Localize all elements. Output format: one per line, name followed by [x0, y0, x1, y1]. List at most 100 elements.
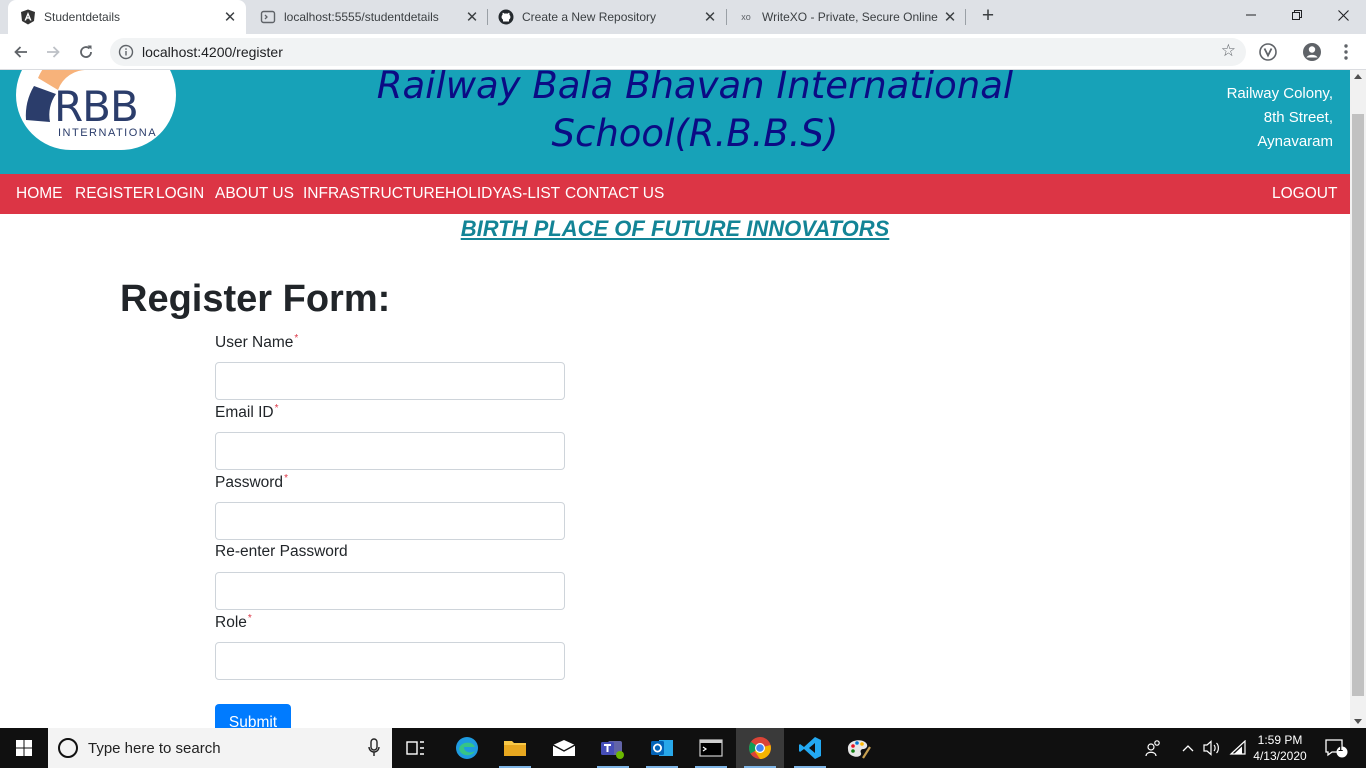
site-header: RBB INTERNATIONA Railway Bala Bhavan Int…	[0, 70, 1350, 174]
nav-home[interactable]: HOME	[16, 185, 63, 203]
search-placeholder: Type here to search	[88, 740, 221, 757]
school-logo[interactable]: RBB INTERNATIONA	[16, 70, 176, 150]
task-view-icon	[406, 741, 424, 755]
angular-icon	[20, 9, 36, 25]
tab-studentdetails[interactable]: Studentdetails ✕	[8, 0, 246, 34]
arrow-right-icon	[47, 46, 60, 58]
label-text: Password	[215, 474, 284, 492]
close-icon[interactable]: ✕	[218, 8, 242, 26]
speaker-icon	[1203, 740, 1219, 756]
tab-title: Studentdetails	[44, 10, 121, 24]
outlook-button[interactable]	[638, 728, 686, 768]
network-button[interactable]	[1226, 728, 1250, 768]
reload-button[interactable]	[74, 40, 98, 64]
terminal-button[interactable]	[687, 728, 735, 768]
close-icon[interactable]: ✕	[460, 8, 484, 26]
vivaldi-extension-button[interactable]	[1256, 40, 1280, 64]
scroll-up-icon[interactable]	[1354, 74, 1362, 79]
web-page: RBB INTERNATIONA Railway Bala Bhavan Int…	[0, 70, 1350, 728]
edge-button[interactable]	[443, 728, 491, 768]
star-icon[interactable]: ☆	[1221, 41, 1236, 61]
action-center-button[interactable]: 1	[1318, 728, 1354, 768]
profile-button[interactable]	[1300, 40, 1324, 64]
tab-writexo[interactable]: xo WriteXO - Private, Secure Online ✕	[726, 0, 966, 34]
tab-title: Create a New Repository	[522, 10, 657, 24]
info-icon[interactable]	[118, 44, 134, 60]
volume-button[interactable]	[1200, 728, 1224, 768]
mail-button[interactable]	[540, 728, 588, 768]
close-icon[interactable]: ✕	[938, 8, 962, 26]
school-address: Railway Colony, 8th Street, Aynavaram	[1227, 70, 1333, 154]
nav-logout[interactable]: LOGOUT	[1272, 185, 1337, 203]
password-input[interactable]	[215, 502, 565, 540]
nav-about-us[interactable]: ABOUT US	[215, 185, 294, 203]
taskbar-clock[interactable]: 1:59 PM 4/13/2020	[1250, 732, 1310, 764]
arrow-left-icon	[14, 46, 27, 58]
notification-count: 1	[1338, 743, 1344, 753]
show-hidden-icons-button[interactable]	[1178, 728, 1198, 768]
tab-title: WriteXO - Private, Secure Online	[762, 10, 938, 24]
forward-button[interactable]	[41, 40, 65, 64]
school-name-line1: Railway Bala Bhavan International	[376, 70, 1014, 107]
mail-icon	[552, 740, 576, 756]
reenter-password-input[interactable]	[215, 572, 565, 610]
address-line: Aynavaram	[1257, 133, 1333, 150]
tab-create-repository[interactable]: Create a New Repository ✕	[486, 0, 726, 34]
nav-register[interactable]: REGISTER	[75, 185, 154, 203]
xo-icon: xo	[741, 12, 751, 22]
email-input[interactable]	[215, 432, 565, 470]
minimize-icon	[1246, 14, 1256, 16]
vscode-button[interactable]	[786, 728, 834, 768]
nav-contact-us[interactable]: CONTACT US	[565, 185, 664, 203]
paint-button[interactable]	[834, 728, 882, 768]
window-close-button[interactable]	[1320, 0, 1366, 30]
role-input[interactable]	[215, 642, 565, 680]
teams-icon	[601, 741, 624, 759]
tab-localhost-5555[interactable]: localhost:5555/studentdetails ✕	[248, 0, 488, 34]
close-icon[interactable]: ✕	[698, 8, 722, 26]
required-mark: *	[284, 473, 288, 484]
submit-button[interactable]: Submit	[215, 704, 291, 728]
form-title: Register Form:	[120, 278, 391, 320]
address-line-clipped	[1227, 70, 1333, 82]
notification-icon	[1325, 739, 1348, 758]
url-text[interactable]: localhost:4200/register	[142, 44, 283, 60]
school-name-line2: School(R.B.B.S)	[551, 112, 839, 155]
folder-icon	[504, 741, 526, 756]
label-text: Email ID	[215, 404, 274, 422]
taskbar-search[interactable]: Type here to search	[48, 728, 392, 768]
start-button[interactable]	[0, 728, 48, 768]
nav-infrastructure[interactable]: INFRASTRUCTURE	[303, 185, 445, 203]
paint-palette-icon	[847, 740, 871, 759]
nav-holidays-list[interactable]: HOLIDYAS-LIST	[445, 185, 560, 203]
page-scrollbar[interactable]	[1350, 70, 1366, 728]
menu-button[interactable]	[1334, 40, 1358, 64]
reenter-password-label: Re-enter Password	[215, 543, 348, 561]
username-input[interactable]	[215, 362, 565, 400]
address-bar[interactable]: localhost:4200/register ☆	[110, 38, 1246, 66]
file-explorer-button[interactable]	[491, 728, 539, 768]
restore-button[interactable]	[1274, 0, 1320, 30]
clock-time: 1:59 PM	[1257, 733, 1303, 747]
task-view-button[interactable]	[392, 728, 440, 768]
nav-login[interactable]: LOGIN	[156, 185, 204, 203]
chevron-up-icon	[1182, 745, 1194, 752]
scroll-down-icon[interactable]	[1354, 719, 1362, 724]
teams-button[interactable]	[589, 728, 637, 768]
scrollbar-thumb[interactable]	[1352, 114, 1364, 696]
chrome-button[interactable]	[736, 728, 784, 768]
page-icon	[260, 9, 276, 25]
new-tab-button[interactable]: +	[976, 4, 1000, 30]
address-line: 8th Street,	[1263, 109, 1333, 126]
logo-text: RBB	[54, 82, 139, 131]
main-navbar: HOME REGISTER LOGIN ABOUT US INFRASTRUCT…	[0, 174, 1350, 214]
logo-subtext: INTERNATIONA	[58, 127, 158, 139]
account-icon	[1303, 43, 1321, 61]
vscode-icon	[799, 737, 821, 759]
people-button[interactable]	[1140, 728, 1166, 768]
minimize-button[interactable]	[1228, 0, 1274, 30]
kebab-menu-icon	[1344, 44, 1348, 60]
microphone-icon[interactable]	[368, 738, 380, 758]
required-mark: *	[274, 403, 279, 414]
back-button[interactable]	[9, 40, 33, 64]
